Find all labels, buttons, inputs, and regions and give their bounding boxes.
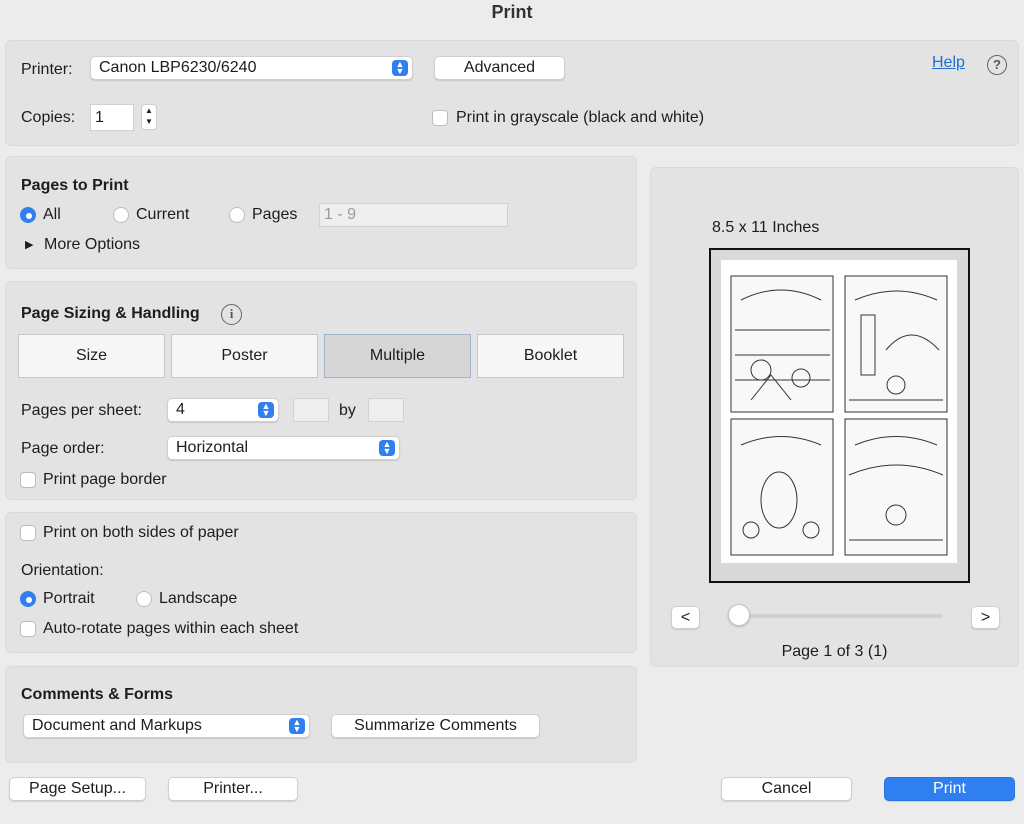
help-question-icon[interactable]: ? — [987, 55, 1007, 75]
pages-all-radio[interactable] — [20, 207, 36, 223]
portrait-label: Portrait — [43, 590, 95, 607]
more-options-label[interactable]: More Options — [44, 235, 140, 255]
tab-multiple[interactable]: Multiple — [324, 334, 471, 378]
paper-size-label: 8.5 x 11 Inches — [712, 219, 820, 236]
landscape-label: Landscape — [159, 590, 238, 607]
comments-select-value: Document and Markups — [32, 717, 202, 734]
page-slider-track[interactable] — [740, 614, 942, 618]
page-indicator: Page 1 of 3 (1) — [781, 643, 888, 660]
pages-all-label: All — [43, 206, 61, 223]
page-order-label: Page order: — [21, 440, 105, 457]
comments-heading: Comments & Forms — [21, 686, 174, 703]
prev-page-button[interactable]: < — [671, 606, 700, 629]
autorotate-checkbox[interactable] — [20, 621, 36, 637]
sizing-heading: Page Sizing & Handling — [21, 305, 200, 322]
page-border-label: Print page border — [43, 471, 167, 488]
sheet-preview — [709, 248, 970, 583]
copies-input[interactable]: 1 — [90, 104, 134, 131]
grayscale-checkbox[interactable] — [432, 110, 448, 126]
pages-current-radio[interactable] — [113, 207, 129, 223]
grayscale-label: Print in grayscale (black and white) — [456, 109, 705, 126]
tab-booklet[interactable]: Booklet — [477, 334, 624, 378]
printer-select-value: Canon LBP6230/6240 — [99, 59, 257, 76]
pages-per-sheet-label: Pages per sheet: — [21, 402, 142, 419]
orientation-label: Orientation: — [21, 562, 104, 579]
page-slider-knob[interactable] — [728, 604, 750, 626]
popup-arrows-icon: ▲ ▼ — [258, 402, 274, 418]
page-range-input[interactable]: 1 - 9 — [319, 203, 508, 227]
next-page-button[interactable]: > — [971, 606, 1000, 629]
portrait-radio[interactable] — [20, 591, 36, 607]
cancel-button[interactable]: Cancel — [721, 777, 852, 801]
summarize-comments-button[interactable]: Summarize Comments — [331, 714, 540, 738]
tab-poster[interactable]: Poster — [171, 334, 318, 378]
popup-arrows-icon: ▲ ▼ — [379, 440, 395, 456]
info-icon[interactable]: i — [221, 304, 242, 325]
both-sides-label: Print on both sides of paper — [43, 524, 239, 541]
tab-size[interactable]: Size — [18, 334, 165, 378]
pages-heading: Pages to Print — [21, 177, 129, 194]
popup-arrows-icon: ▲ ▼ — [392, 60, 408, 76]
printer-label: Printer: — [21, 61, 73, 78]
page-order-select[interactable]: Horizontal ▲ ▼ — [167, 436, 400, 460]
by-label: by — [339, 402, 356, 419]
sheet-page — [721, 260, 957, 563]
window-title: Print — [491, 2, 533, 22]
page-order-value: Horizontal — [176, 439, 249, 456]
comments-select[interactable]: Document and Markups ▲ ▼ — [23, 714, 310, 738]
sheet-thumbnails — [730, 275, 948, 556]
pages-range-label: Pages — [252, 206, 298, 223]
pages-per-sheet-value: 4 — [176, 401, 185, 418]
both-sides-checkbox[interactable] — [20, 525, 36, 541]
popup-arrows-icon: ▲ ▼ — [289, 718, 305, 734]
print-button[interactable]: Print — [884, 777, 1015, 801]
copies-label: Copies: — [21, 109, 76, 126]
pages-range-radio[interactable] — [229, 207, 245, 223]
page-border-checkbox[interactable] — [20, 472, 36, 488]
advanced-button[interactable]: Advanced — [434, 56, 565, 80]
autorotate-label: Auto-rotate pages within each sheet — [43, 620, 299, 637]
pages-per-sheet-select[interactable]: 4 ▲ ▼ — [167, 398, 279, 422]
help-link[interactable]: Help — [932, 54, 965, 72]
printer-select[interactable]: Canon LBP6230/6240 ▲ ▼ — [90, 56, 413, 80]
page-setup-button[interactable]: Page Setup... — [9, 777, 146, 801]
per-sheet-columns-input[interactable] — [293, 398, 329, 422]
copies-stepper[interactable]: ▲ ▼ — [141, 104, 157, 130]
landscape-radio[interactable] — [136, 591, 152, 607]
pages-current-label: Current — [136, 206, 190, 223]
disclosure-triangle-icon[interactable]: ▶ — [25, 238, 33, 251]
printer-button[interactable]: Printer... — [168, 777, 298, 801]
per-sheet-rows-input[interactable] — [368, 398, 404, 422]
